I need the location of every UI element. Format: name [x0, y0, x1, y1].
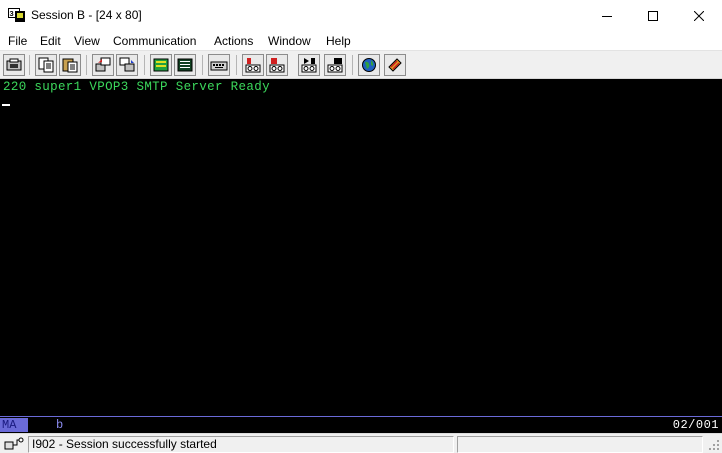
status-panel — [457, 436, 703, 453]
close-icon — [694, 10, 704, 21]
minimize-icon — [602, 15, 612, 17]
toolbar-separator — [144, 55, 145, 75]
help-index-icon — [388, 58, 402, 72]
support-globe-icon — [362, 58, 376, 72]
display-settings-icon — [153, 58, 169, 72]
oia-session-indicator: b — [56, 418, 64, 432]
toolbar-separator — [202, 55, 203, 75]
menu-view[interactable]: View — [74, 34, 100, 48]
title-bar: 3 Session B - [24 x 80] — [0, 0, 722, 31]
text-cursor — [2, 104, 10, 106]
toolbar-separator — [352, 55, 353, 75]
session-app-icon: 3 — [8, 8, 25, 22]
toolbar-separator — [29, 55, 30, 75]
record-macro-icon — [245, 58, 261, 73]
keypad-icon — [210, 61, 228, 71]
copy-icon — [38, 57, 54, 73]
svg-text:3: 3 — [10, 9, 14, 18]
toolbar — [0, 52, 722, 79]
toolbar-separator — [236, 55, 237, 75]
print-screen-button[interactable] — [3, 54, 25, 76]
play-macro-alt-button[interactable] — [324, 54, 346, 76]
menu-edit[interactable]: Edit — [40, 34, 61, 48]
maximize-icon — [648, 10, 658, 21]
print-screen-icon — [6, 58, 22, 71]
menu-bar: File Edit View Communication Actions Win… — [0, 31, 722, 51]
menu-window[interactable]: Window — [268, 34, 311, 48]
play-macro-alt-icon — [327, 58, 343, 73]
keypad-button[interactable] — [208, 54, 230, 76]
oia-mode-indicator: MA — [0, 418, 28, 432]
menu-actions[interactable]: Actions — [214, 34, 253, 48]
connection-status-icon — [4, 437, 24, 450]
play-macro-icon — [301, 58, 317, 73]
menu-communication[interactable]: Communication — [113, 34, 196, 48]
window-title: Session B - [24 x 80] — [31, 8, 142, 22]
status-message: I902 - Session successfully started — [28, 436, 454, 453]
close-button[interactable] — [676, 0, 722, 31]
copy-button[interactable] — [35, 54, 57, 76]
menu-help[interactable]: Help — [326, 34, 351, 48]
operator-info-area: MA b 02/001 — [0, 416, 722, 433]
terminal-line: 220 super1 VPOP3 SMTP Server Ready — [3, 80, 270, 94]
minimize-button[interactable] — [584, 0, 630, 31]
help-index-button[interactable] — [384, 54, 406, 76]
send-file-button[interactable] — [92, 54, 114, 76]
receive-file-icon — [119, 57, 135, 72]
keyboard-map-button[interactable] — [174, 54, 196, 76]
stop-macro-button[interactable] — [266, 54, 288, 76]
keyboard-map-icon — [177, 58, 193, 72]
terminal-screen[interactable]: 220 super1 VPOP3 SMTP Server Ready — [0, 79, 722, 416]
cursor-position: 02/001 — [672, 418, 719, 432]
display-settings-button[interactable] — [150, 54, 172, 76]
menu-file[interactable]: File — [8, 34, 27, 48]
paste-button[interactable] — [59, 54, 81, 76]
resize-grip-icon[interactable] — [708, 439, 720, 451]
send-file-icon — [95, 57, 111, 72]
paste-icon — [62, 58, 78, 73]
toolbar-separator — [86, 55, 87, 75]
stop-macro-icon — [269, 58, 285, 73]
record-macro-button[interactable] — [242, 54, 264, 76]
maximize-button[interactable] — [630, 0, 676, 31]
status-bar: I902 - Session successfully started — [0, 433, 722, 453]
play-macro-button[interactable] — [298, 54, 320, 76]
oia-mode-text: MA — [2, 418, 17, 432]
support-globe-button[interactable] — [358, 54, 380, 76]
receive-file-button[interactable] — [116, 54, 138, 76]
